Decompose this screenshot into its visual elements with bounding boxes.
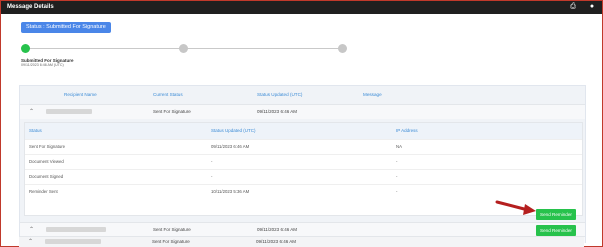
content-area: Status : Submitted For Signature Submitt… bbox=[1, 14, 602, 247]
pointer-arrow-icon bbox=[495, 200, 536, 215]
history-col-status: Status bbox=[29, 128, 42, 133]
history-updated: 09/11/2023 6:46 AM bbox=[211, 144, 250, 149]
user-icon[interactable]: ● bbox=[588, 3, 596, 11]
expand-chevron-icon[interactable]: ⌃ bbox=[29, 226, 34, 233]
history-updated: - bbox=[211, 174, 213, 179]
history-status: Reminder Sent bbox=[29, 189, 58, 194]
table-header: Recipient Name Current Status Status Upd… bbox=[20, 86, 585, 104]
history-status: Sent For Signature bbox=[29, 144, 66, 149]
table-row[interactable]: ⌃ Sent For Signature 09/11/2023 6:46 AM bbox=[20, 104, 585, 119]
history-col-updated: Status Updated (UTC) bbox=[211, 128, 256, 133]
history-col-ip: IP Address bbox=[396, 128, 418, 133]
table-row[interactable]: ⌃ Sent For Signature 09/11/2023 6:46 AM bbox=[19, 236, 584, 247]
collapse-chevron-icon[interactable]: ⌃ bbox=[29, 108, 34, 115]
history-row: Sent For Signature 09/11/2023 6:46 AM NA bbox=[25, 139, 582, 154]
history-updated: 10/11/2023 5:36 AM bbox=[211, 189, 250, 194]
recipients-table: Recipient Name Current Status Status Upd… bbox=[19, 85, 586, 243]
progress-step-2 bbox=[179, 44, 188, 53]
step-subtitle: 09/11/2023 6:46 AM (UTC) bbox=[21, 63, 64, 67]
history-ip: - bbox=[396, 174, 398, 179]
history-row: Document Signed - - bbox=[25, 169, 582, 184]
progress-step-1 bbox=[21, 44, 30, 53]
title-bar: Message Details ⎙ ● bbox=[1, 1, 602, 14]
print-icon[interactable]: ⎙ bbox=[569, 3, 577, 11]
row-current-status: Sent For Signature bbox=[152, 239, 190, 244]
message-details-window: Message Details ⎙ ● Status : Submitted F… bbox=[0, 0, 603, 247]
history-status: Document Signed bbox=[29, 174, 64, 179]
col-message: Message bbox=[363, 92, 382, 97]
history-ip: NA bbox=[396, 144, 402, 149]
history-row: Document Viewed - - bbox=[25, 154, 582, 169]
col-current-status: Current Status bbox=[153, 92, 183, 97]
row-current-status: Sent For Signature bbox=[153, 109, 191, 114]
redacted-recipient bbox=[46, 227, 106, 232]
status-badge: Status : Submitted For Signature bbox=[21, 22, 111, 33]
progress-step-3 bbox=[338, 44, 347, 53]
history-ip: - bbox=[396, 189, 398, 194]
row-current-status: Sent For Signature bbox=[153, 227, 191, 232]
history-status: Document Viewed bbox=[29, 159, 64, 164]
history-updated: - bbox=[211, 159, 213, 164]
history-header: Status Status Updated (UTC) IP Address bbox=[25, 123, 582, 139]
row-status-updated: 09/11/2023 6:46 AM bbox=[256, 239, 296, 244]
row-status-updated: 09/11/2023 6:46 AM bbox=[257, 109, 297, 114]
window-title: Message Details bbox=[7, 4, 54, 10]
redacted-recipient bbox=[46, 109, 92, 114]
history-ip: - bbox=[396, 159, 398, 164]
expand-chevron-icon[interactable]: ⌃ bbox=[28, 238, 33, 245]
col-recipient-name: Recipient Name bbox=[64, 92, 97, 97]
send-reminder-button[interactable]: Send Reminder bbox=[536, 209, 576, 220]
redacted-recipient bbox=[45, 239, 101, 244]
table-row[interactable]: ⌃ Sent For Signature 09/11/2023 6:46 AM bbox=[20, 222, 585, 237]
col-status-updated: Status Updated (UTC) bbox=[257, 92, 303, 97]
row-status-updated: 09/11/2023 6:46 AM bbox=[257, 227, 297, 232]
send-reminder-button[interactable]: Send Reminder bbox=[536, 225, 576, 236]
history-row: Reminder Sent 10/11/2023 5:36 AM - bbox=[25, 184, 582, 199]
